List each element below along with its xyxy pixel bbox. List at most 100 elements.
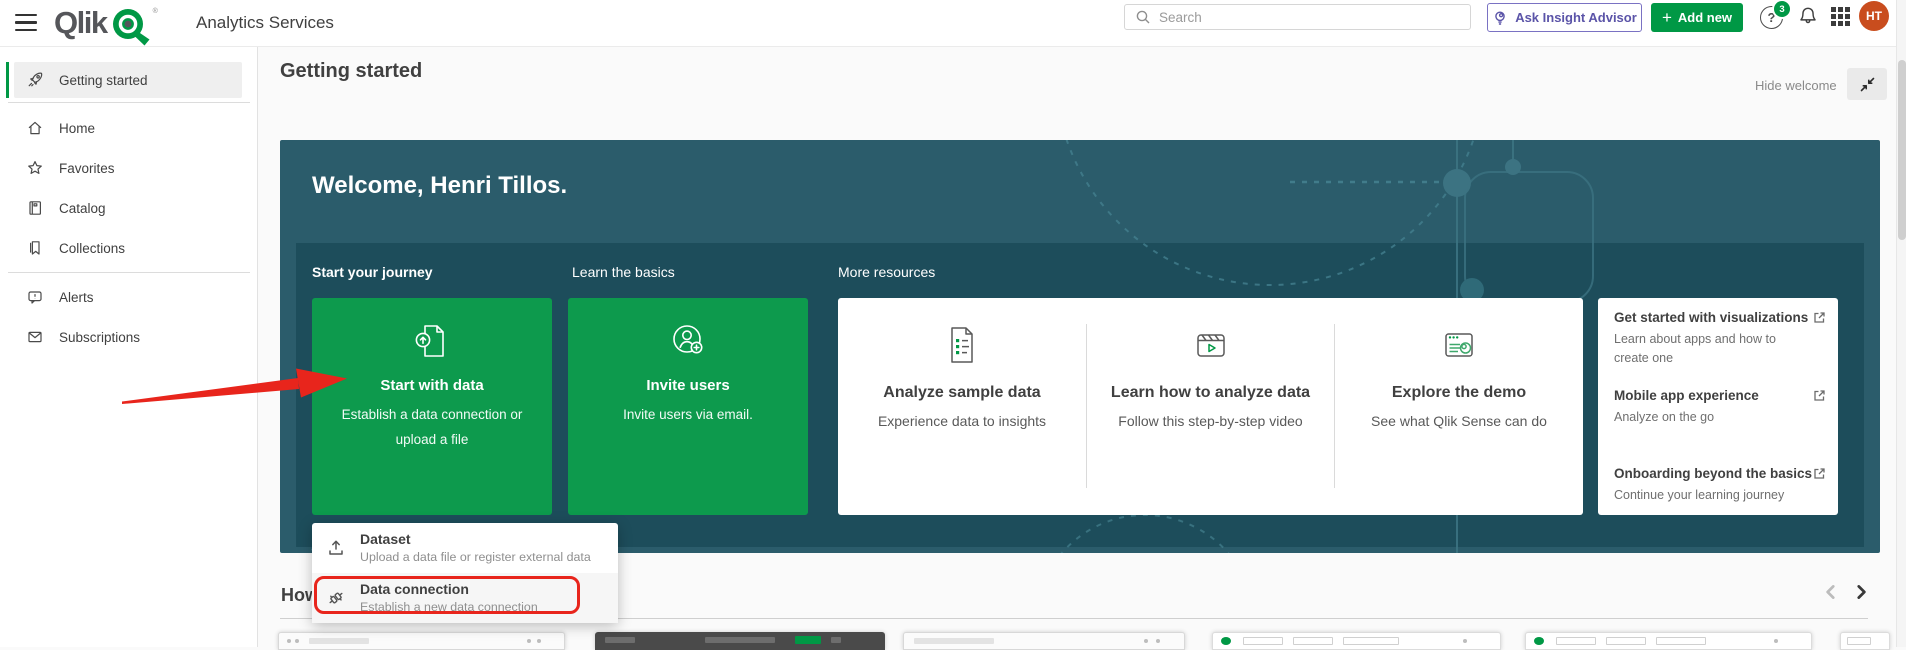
sidebar-item-label: Subscriptions: [59, 330, 140, 345]
qlik-logo-mark: [110, 6, 152, 46]
collapse-welcome-button[interactable]: [1847, 68, 1887, 100]
video-thumbnail[interactable]: [278, 632, 565, 650]
sidebar-item-alerts[interactable]: Alerts: [14, 277, 242, 317]
alert-bubble-icon: [26, 288, 44, 306]
qlik-logo[interactable]: Qlik ®: [54, 4, 158, 46]
search-icon: [1135, 9, 1151, 25]
registered-mark: ®: [153, 8, 158, 15]
menu-item-title: Dataset: [360, 531, 591, 549]
user-avatar[interactable]: HT: [1859, 1, 1889, 31]
help-button[interactable]: ? 3: [1760, 6, 1783, 29]
qlik-logo-text: Qlik: [54, 4, 107, 42]
external-link-icon: [1813, 389, 1826, 402]
analyze-sample-data-item[interactable]: Analyze sample data Experience data to i…: [838, 298, 1086, 515]
video-thumbnail[interactable]: [595, 632, 885, 650]
carousel-previous-button[interactable]: [1822, 583, 1840, 601]
link-onboarding-beyond-basics[interactable]: Onboarding beyond the basics Continue yo…: [1614, 466, 1828, 505]
sidebar-item-home[interactable]: Home: [14, 108, 242, 148]
resource-title: Explore the demo: [1392, 384, 1526, 402]
section-label-start-journey: Start your journey: [312, 264, 433, 280]
invite-user-icon: [665, 318, 711, 364]
sidebar-divider: [8, 102, 250, 103]
quick-links-card: Get started with visualizations Learn ab…: [1598, 298, 1838, 515]
hide-welcome-link[interactable]: Hide welcome: [1755, 78, 1837, 93]
bookmark-icon: [26, 239, 44, 257]
resource-subtitle: Follow this step-by-step video: [1118, 413, 1302, 429]
resource-subtitle: See what Qlik Sense can do: [1371, 413, 1547, 429]
video-thumbnail[interactable]: [903, 632, 1185, 650]
sidebar-item-collections[interactable]: Collections: [14, 228, 242, 268]
topbar: Qlik ® Analytics Services Ask Insight Ad: [0, 0, 1906, 47]
card-title: Start with data: [380, 377, 483, 394]
menu-item-dataset[interactable]: Dataset Upload a data file or register e…: [312, 523, 618, 573]
search-box[interactable]: [1124, 4, 1471, 30]
carousel-next-button[interactable]: [1852, 583, 1870, 601]
link-title: Get started with visualizations: [1614, 310, 1814, 325]
add-new-dropdown-menu: Dataset Upload a data file or register e…: [312, 523, 618, 623]
welcome-banner: Welcome, Henri Tillos. Start your journe…: [280, 140, 1880, 553]
document-list-icon: [939, 322, 985, 368]
envelope-icon: [26, 328, 44, 346]
menu-item-data-connection[interactable]: Data connection Establish a new data con…: [312, 573, 618, 623]
ask-insight-advisor-button[interactable]: Ask Insight Advisor: [1487, 3, 1642, 32]
video-thumbnail[interactable]: [1840, 632, 1890, 650]
sidebar-item-label: Catalog: [59, 201, 106, 216]
section-label-learn-basics: Learn the basics: [572, 264, 675, 280]
external-link-icon: [1813, 311, 1826, 324]
app-launcher-icon[interactable]: [1831, 7, 1850, 26]
browser-demo-icon: [1436, 322, 1482, 368]
link-subtitle: Analyze on the go: [1614, 408, 1814, 427]
notifications-bell-icon[interactable]: [1797, 5, 1819, 27]
add-new-button[interactable]: + Add new: [1651, 3, 1743, 32]
active-item-indicator: [6, 62, 9, 98]
sidebar-divider: [8, 272, 250, 273]
resource-subtitle: Experience data to insights: [878, 413, 1046, 429]
sidebar-item-catalog[interactable]: Catalog: [14, 188, 242, 228]
upload-file-icon: [409, 318, 455, 364]
scrollbar-thumb[interactable]: [1898, 60, 1906, 240]
video-thumbnail[interactable]: [1525, 632, 1812, 650]
home-icon: [26, 119, 44, 137]
search-input[interactable]: [1159, 10, 1470, 25]
collapse-icon: [1860, 77, 1875, 92]
sidebar-item-label: Home: [59, 121, 95, 136]
sidebar-item-subscriptions[interactable]: Subscriptions: [14, 317, 242, 357]
video-thumbnail[interactable]: [1212, 632, 1501, 650]
start-with-data-card[interactable]: Start with data Establish a data connect…: [312, 298, 552, 515]
plus-icon: +: [1662, 9, 1672, 26]
sidebar-item-label: Favorites: [59, 161, 115, 176]
scrollbar[interactable]: [1896, 0, 1906, 647]
menu-item-title: Data connection: [360, 581, 538, 599]
insight-advisor-icon: [1492, 10, 1508, 26]
link-get-started-visualizations[interactable]: Get started with visualizations Learn ab…: [1614, 310, 1828, 368]
add-new-label: Add new: [1678, 10, 1732, 25]
learn-how-to-analyze-item[interactable]: Learn how to analyze data Follow this st…: [1087, 298, 1334, 515]
sidebar-item-favorites[interactable]: Favorites: [14, 148, 242, 188]
menu-item-subtitle: Establish a new data connection: [360, 599, 538, 615]
upload-icon: [326, 538, 346, 558]
explore-demo-item[interactable]: Explore the demo See what Qlik Sense can…: [1335, 298, 1583, 515]
link-subtitle: Continue your learning journey: [1614, 486, 1814, 505]
card-title: Invite users: [646, 377, 729, 394]
rocket-icon: [26, 71, 44, 89]
menu-icon[interactable]: [15, 14, 37, 31]
book-icon: [26, 199, 44, 217]
resource-title: Learn how to analyze data: [1111, 384, 1310, 402]
link-title: Onboarding beyond the basics: [1614, 466, 1814, 481]
sidebar-item-getting-started[interactable]: Getting started: [14, 62, 242, 98]
plug-icon: [326, 588, 346, 608]
link-mobile-app-experience[interactable]: Mobile app experience Analyze on the go: [1614, 388, 1828, 427]
card-subtitle: Invite users via email.: [584, 403, 792, 428]
video-icon: [1188, 322, 1234, 368]
star-icon: [26, 159, 44, 177]
sidebar: Getting started Home Favorites Catalog: [0, 47, 258, 647]
external-link-icon: [1813, 467, 1826, 480]
ask-insight-advisor-label: Ask Insight Advisor: [1515, 10, 1637, 25]
link-subtitle: Learn about apps and how to create one: [1614, 330, 1814, 368]
resource-title: Analyze sample data: [883, 384, 1040, 402]
app-title: Analytics Services: [196, 13, 334, 33]
invite-users-card[interactable]: Invite users Invite users via email.: [568, 298, 808, 515]
menu-item-subtitle: Upload a data file or register external …: [360, 549, 591, 565]
sidebar-item-label: Alerts: [59, 290, 94, 305]
more-resources-card: Analyze sample data Experience data to i…: [838, 298, 1583, 515]
